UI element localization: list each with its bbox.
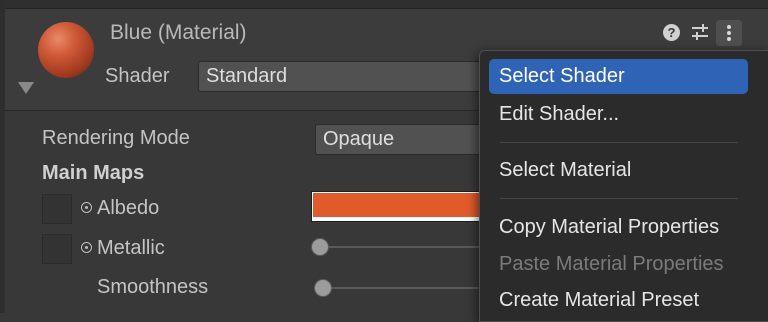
material-preview-sphere[interactable] <box>38 22 94 78</box>
metallic-slider-track[interactable] <box>319 246 484 248</box>
smoothness-slider-thumb[interactable] <box>314 279 332 297</box>
menu-item-copy-material-properties[interactable]: Copy Material Properties <box>489 210 748 245</box>
albedo-color-swatch <box>313 193 499 217</box>
menu-item-label: Copy Material Properties <box>499 216 720 238</box>
albedo-texture-slot[interactable] <box>42 194 72 224</box>
metallic-slider-thumb[interactable] <box>311 238 329 256</box>
menu-item-select-shader[interactable]: Select Shader <box>489 59 748 94</box>
shader-label: Shader <box>105 65 170 87</box>
menu-item-label: Select Shader <box>499 65 625 87</box>
menu-separator <box>500 142 738 143</box>
menu-item-label: Select Material <box>499 159 632 181</box>
menu-item-paste-material-properties: Paste Material Properties <box>489 247 748 282</box>
metallic-label: Metallic <box>97 237 165 259</box>
metallic-object-picker-icon[interactable] <box>81 242 92 253</box>
albedo-label: Albedo <box>97 197 160 219</box>
help-icon[interactable]: ? <box>663 24 680 41</box>
smoothness-slider-track[interactable] <box>322 287 484 289</box>
metallic-texture-slot[interactable] <box>42 234 72 264</box>
menu-item-edit-shader[interactable]: Edit Shader... <box>489 97 748 132</box>
albedo-color-field[interactable] <box>311 191 501 222</box>
top-divider <box>0 0 768 9</box>
menu-item-select-material[interactable]: Select Material <box>489 153 748 188</box>
rendering-mode-value: Opaque <box>323 128 395 150</box>
shader-dropdown[interactable]: Standard <box>198 61 498 92</box>
menu-item-label: Create Material Preset <box>499 289 700 311</box>
main-maps-heading: Main Maps <box>42 162 145 184</box>
menu-separator <box>500 198 738 199</box>
sliders-icon[interactable] <box>690 22 710 42</box>
material-title: Blue (Material) <box>110 21 247 44</box>
shader-dropdown-value: Standard <box>206 65 288 87</box>
menu-item-label: Edit Shader... <box>499 103 620 125</box>
foldout-arrow-icon[interactable] <box>18 82 34 94</box>
smoothness-label: Smoothness <box>97 276 209 298</box>
albedo-object-picker-icon[interactable] <box>81 202 92 213</box>
rendering-mode-label: Rendering Mode <box>42 127 190 149</box>
context-menu: Select Shader Edit Shader... Select Mate… <box>479 50 768 322</box>
kebab-menu-icon[interactable] <box>716 20 742 46</box>
menu-item-label: Paste Material Properties <box>499 253 724 275</box>
